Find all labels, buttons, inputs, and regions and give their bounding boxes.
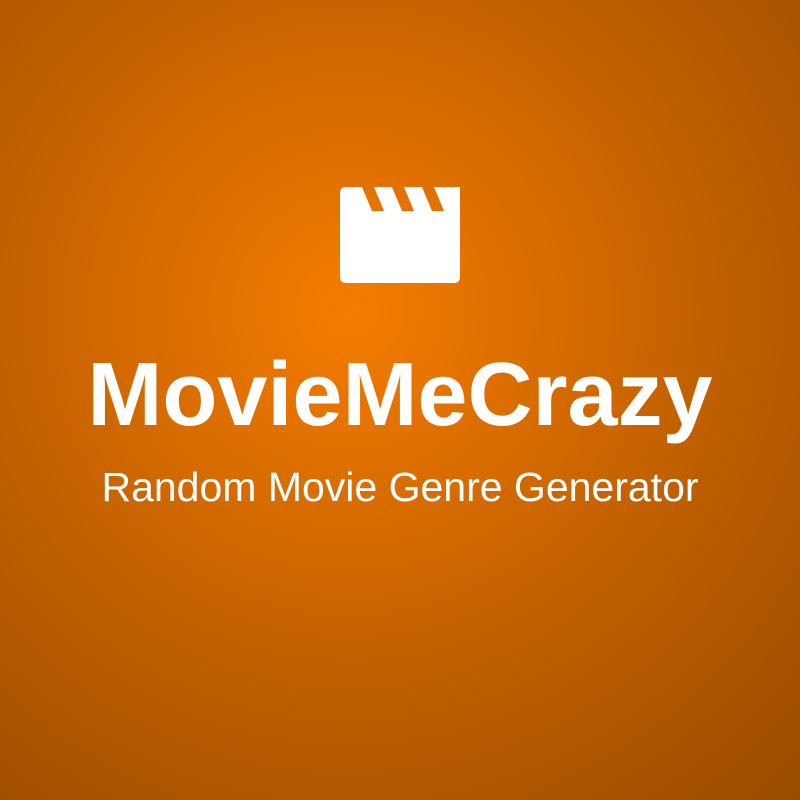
clapperboard-icon	[340, 187, 460, 283]
app-subtitle: Random Movie Genre Generator	[101, 464, 699, 510]
app-title: MovieMeCrazy	[87, 345, 713, 445]
